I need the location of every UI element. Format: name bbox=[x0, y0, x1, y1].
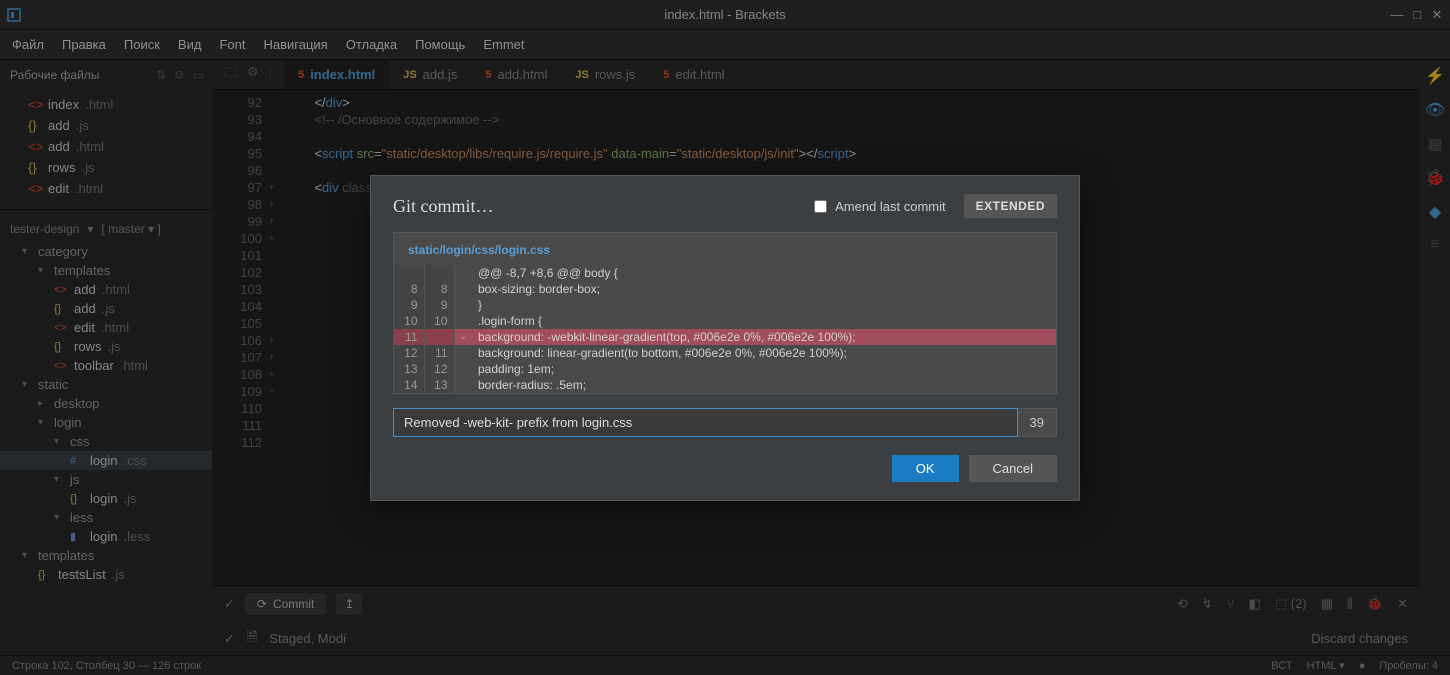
diff-line: 1312 padding: 1em; bbox=[394, 361, 1056, 377]
cancel-button[interactable]: Cancel bbox=[969, 455, 1057, 482]
commit-message-input[interactable] bbox=[393, 408, 1018, 437]
extended-button[interactable]: EXTENDED bbox=[964, 194, 1057, 218]
char-count: 39 bbox=[1018, 408, 1057, 437]
diff-hunk-header: @@ -8,7 +8,6 @@ body { bbox=[472, 265, 1056, 281]
amend-input[interactable] bbox=[814, 200, 827, 213]
amend-label: Amend last commit bbox=[835, 199, 946, 214]
diff-line: 88 box-sizing: border-box; bbox=[394, 281, 1056, 297]
git-commit-dialog: Git commit… Amend last commit EXTENDED s… bbox=[370, 175, 1080, 501]
diff-line: 99} bbox=[394, 297, 1056, 313]
amend-checkbox[interactable]: Amend last commit bbox=[814, 199, 946, 214]
diff-viewer: static/login/css/login.css @@ -8,7 +8,6 … bbox=[393, 232, 1057, 394]
dialog-title: Git commit… bbox=[393, 196, 494, 217]
modal-backdrop: Git commit… Amend last commit EXTENDED s… bbox=[0, 0, 1450, 675]
diff-line: 1413 border-radius: .5em; bbox=[394, 377, 1056, 393]
diff-line: 1211 background: linear-gradient(to bott… bbox=[394, 345, 1056, 361]
diff-line: 1010.login-form { bbox=[394, 313, 1056, 329]
diff-file-path[interactable]: static/login/css/login.css bbox=[394, 243, 1056, 265]
ok-button[interactable]: OK bbox=[892, 455, 959, 482]
diff-line: 11- background: -webkit-linear-gradient(… bbox=[394, 329, 1056, 345]
